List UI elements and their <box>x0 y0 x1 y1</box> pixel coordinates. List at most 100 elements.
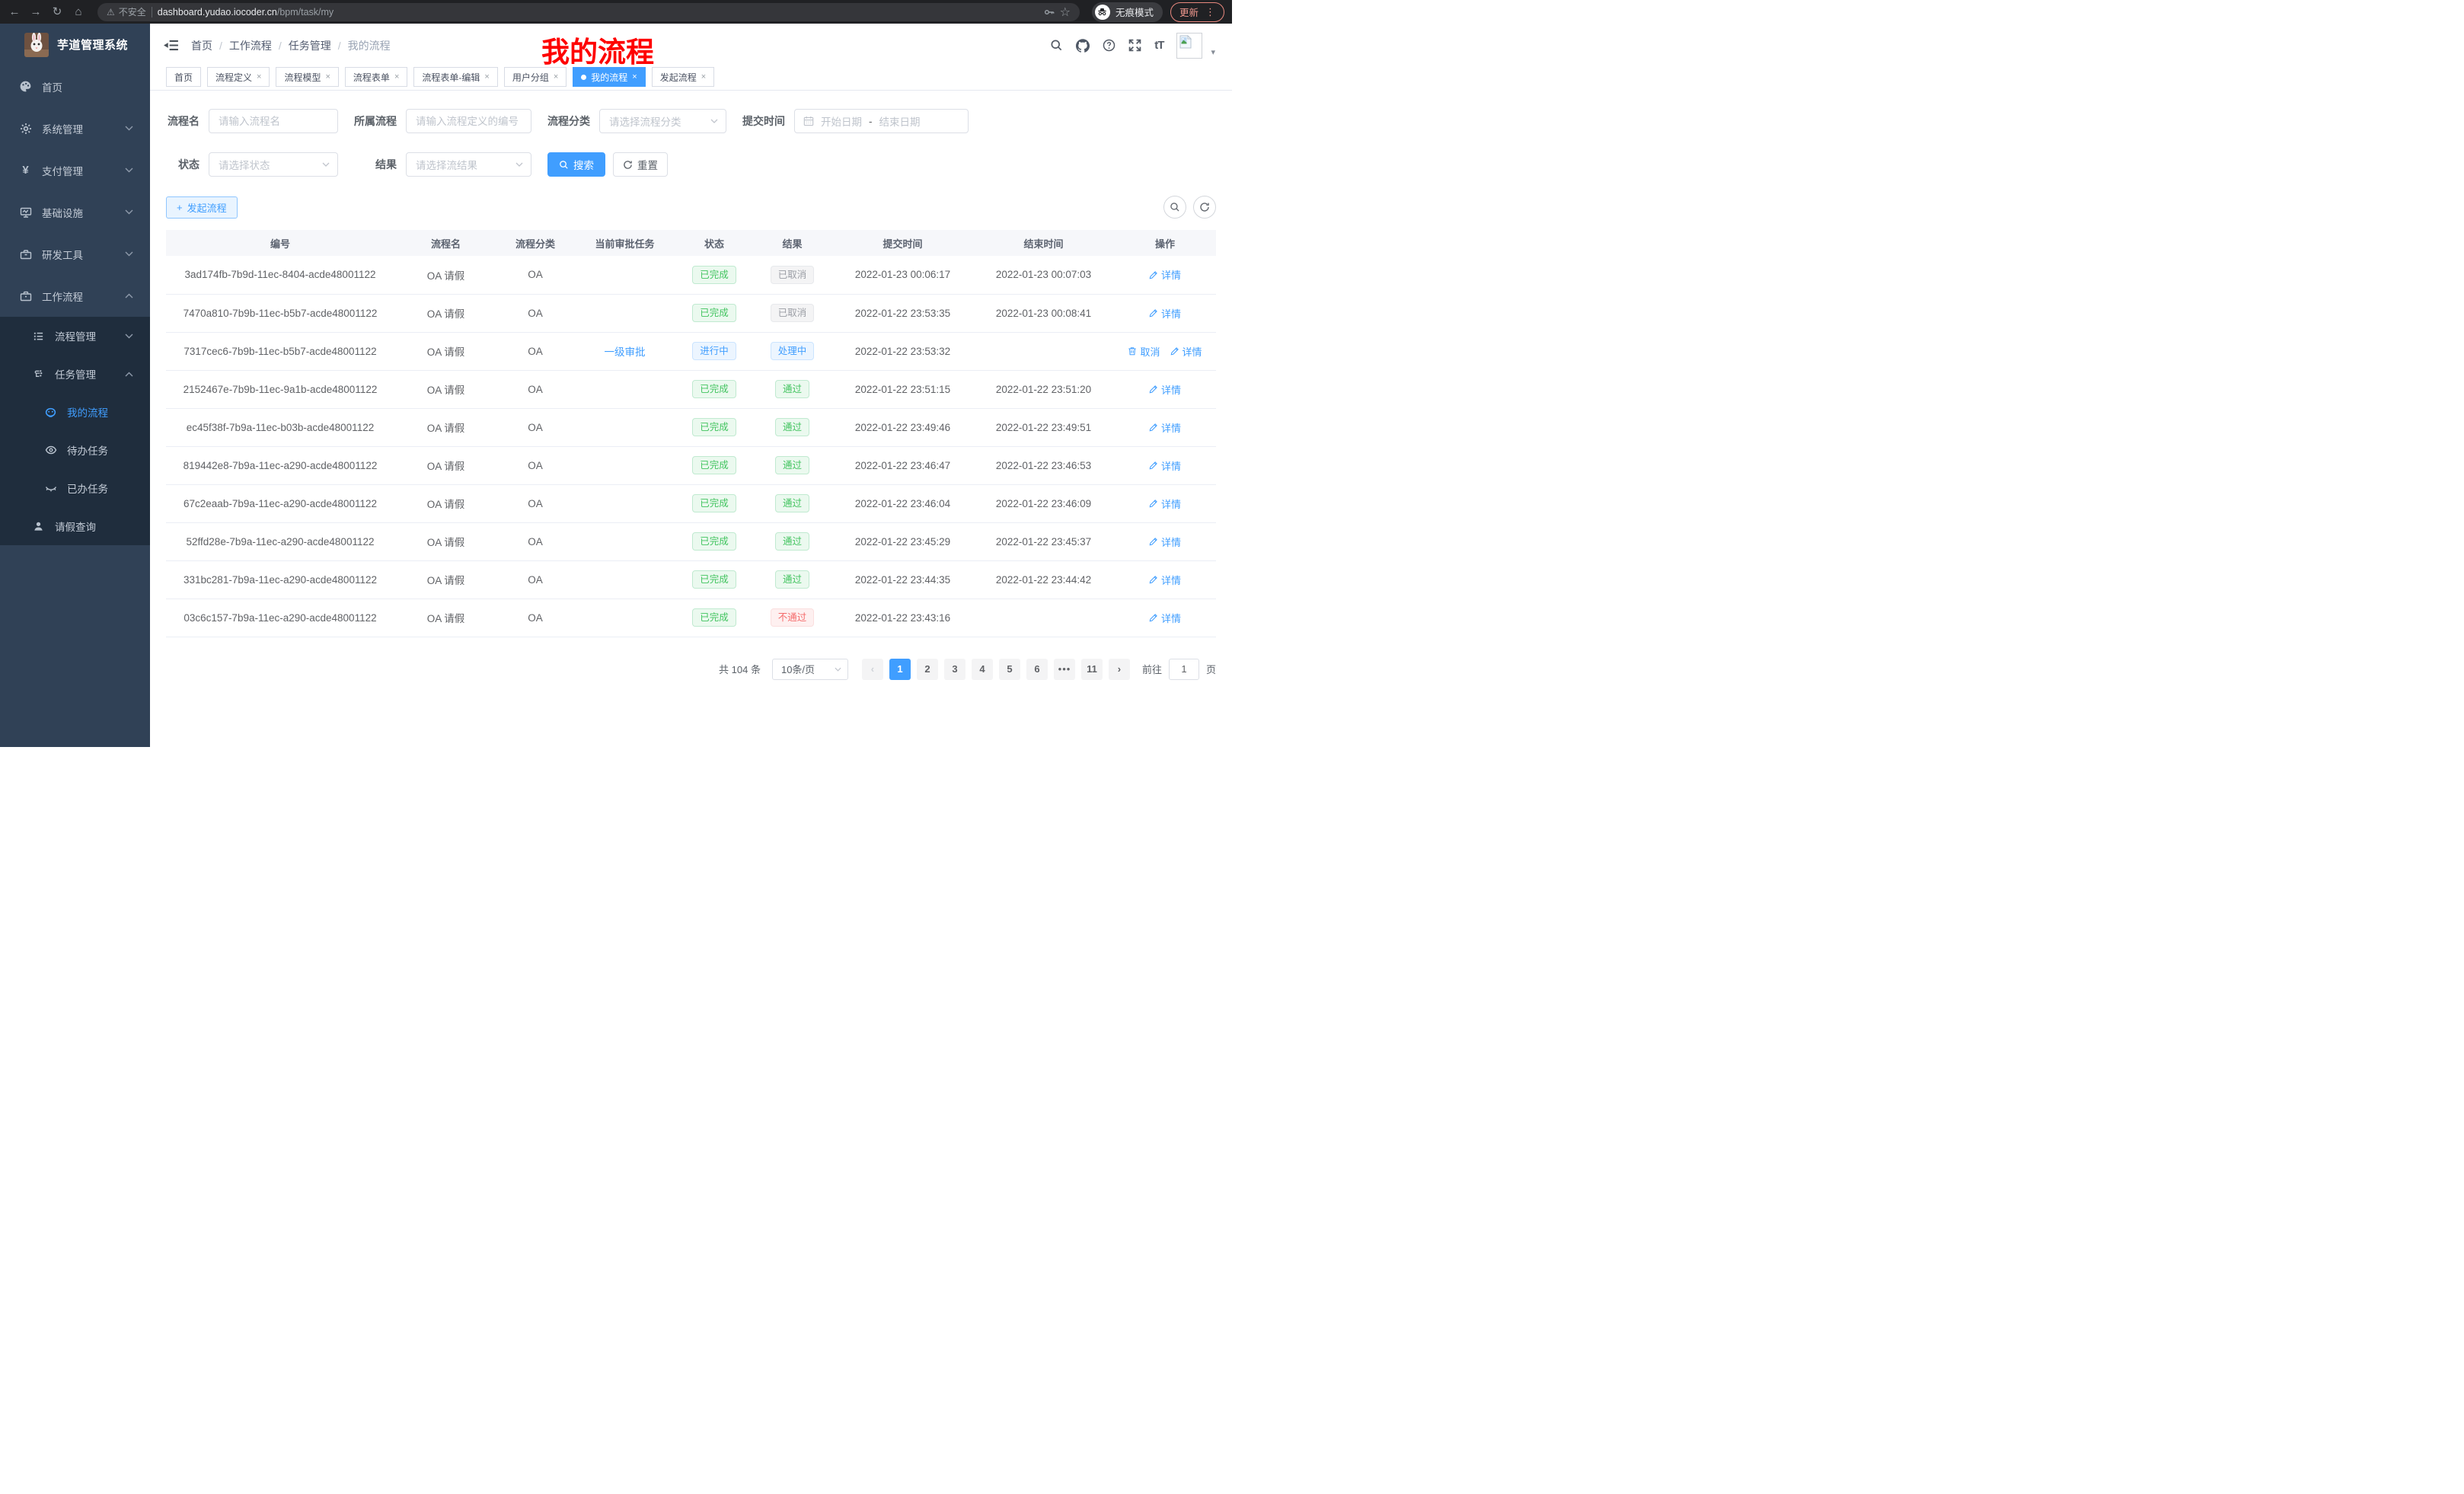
address-bar[interactable]: ⚠ 不安全 dashboard.yudao.iocoder.cn/bpm/tas… <box>97 3 1080 21</box>
detail-link[interactable]: 详情 <box>1149 535 1181 549</box>
help-icon[interactable] <box>1103 39 1116 52</box>
show-search-toggle-button[interactable] <box>1163 196 1186 219</box>
browser-menu-icon[interactable]: ⋮ <box>1205 6 1215 18</box>
sidebar-item-leave-query[interactable]: 请假查询 <box>0 507 150 545</box>
end-date-placeholder: 结束日期 <box>879 113 921 129</box>
status-badge: 已完成 <box>692 494 736 513</box>
cancel-link[interactable]: 取消 <box>1128 344 1160 359</box>
more-pages-button[interactable]: ••• <box>1054 659 1075 680</box>
close-icon[interactable]: × <box>554 72 558 81</box>
detail-link[interactable]: 详情 <box>1149 611 1181 625</box>
result-badge: 通过 <box>775 456 809 475</box>
detail-link[interactable]: 详情 <box>1149 496 1181 511</box>
breadcrumb-task-management[interactable]: 任务管理 <box>289 38 331 53</box>
browser-reload-icon[interactable]: ↻ <box>50 6 64 18</box>
page-button[interactable]: 11 <box>1081 659 1103 680</box>
page-button[interactable]: 5 <box>999 659 1020 680</box>
filter-label-parent: 所属流程 <box>354 113 406 129</box>
page-button[interactable]: 6 <box>1026 659 1048 680</box>
sidebar-item-devtools[interactable]: 研发工具 <box>0 233 150 275</box>
prev-page-button[interactable]: ‹ <box>862 659 883 680</box>
close-icon[interactable]: × <box>632 72 637 81</box>
chrome-update-button[interactable]: 更新 ⋮ <box>1170 2 1224 22</box>
tab-start-process[interactable]: 发起流程× <box>652 67 714 87</box>
close-icon[interactable]: × <box>701 72 706 81</box>
page-button[interactable]: 2 <box>917 659 938 680</box>
result-select[interactable]: 请选择流结果 <box>406 152 531 177</box>
browser-home-icon[interactable]: ⌂ <box>72 6 85 18</box>
avatar-caret-icon[interactable]: ▾ <box>1211 47 1215 57</box>
avatar[interactable] <box>1176 33 1202 59</box>
tab-process-form[interactable]: 流程表单× <box>345 67 407 87</box>
sidebar-item-task-management[interactable]: 任务管理 <box>0 355 150 393</box>
chevron-down-icon <box>125 251 133 257</box>
fullscreen-icon[interactable] <box>1128 39 1141 52</box>
breadcrumb-home[interactable]: 首页 <box>191 38 212 53</box>
reset-button[interactable]: 重置 <box>613 152 668 177</box>
font-size-icon[interactable]: tT <box>1154 39 1163 52</box>
submit-time-range-picker[interactable]: 开始日期 - 结束日期 <box>794 109 969 133</box>
sidebar-item-todo-tasks[interactable]: 待办任务 <box>0 431 150 469</box>
detail-link[interactable]: 详情 <box>1149 458 1181 473</box>
sidebar-item-infrastructure[interactable]: 基础设施 <box>0 191 150 233</box>
start-process-button[interactable]: + 发起流程 <box>166 196 238 219</box>
sidebar-item-done-tasks[interactable]: 已办任务 <box>0 469 150 507</box>
close-icon[interactable]: × <box>484 72 489 81</box>
process-name-input[interactable] <box>209 109 338 133</box>
breadcrumb-workflow[interactable]: 工作流程 <box>229 38 272 53</box>
logo-image <box>24 33 49 57</box>
detail-link[interactable]: 详情 <box>1149 382 1181 397</box>
github-icon[interactable] <box>1076 39 1090 53</box>
sidebar-item-home[interactable]: 首页 <box>0 65 150 107</box>
result-badge: 通过 <box>775 494 809 513</box>
status-badge: 已完成 <box>692 456 736 475</box>
result-badge: 处理中 <box>771 342 815 361</box>
refresh-button[interactable] <box>1193 196 1216 219</box>
sidebar-item-system[interactable]: 系统管理 <box>0 107 150 149</box>
search-button[interactable]: 搜索 <box>547 152 605 177</box>
table-row: 7470a810-7b9b-11ec-b5b7-acde48001122OA 请… <box>166 294 1216 332</box>
close-icon[interactable]: × <box>394 72 399 81</box>
app-header: 首页 / 工作流程 / 任务管理 / 我的流程 <box>150 24 1232 67</box>
detail-link[interactable]: 详情 <box>1149 306 1181 321</box>
tab-home[interactable]: 首页 <box>166 67 201 87</box>
security-warning[interactable]: ⚠ 不安全 <box>107 5 146 18</box>
detail-link[interactable]: 详情 <box>1149 573 1181 587</box>
browser-forward-icon[interactable]: → <box>29 6 43 18</box>
tab-process-model[interactable]: 流程模型× <box>276 67 338 87</box>
detail-link[interactable]: 详情 <box>1149 267 1181 282</box>
chevron-down-icon <box>125 334 133 339</box>
sidebar-item-workflow[interactable]: 工作流程 <box>0 275 150 317</box>
sidebar-item-my-process[interactable]: 我的流程 <box>0 393 150 431</box>
breadcrumb: 首页 / 工作流程 / 任务管理 / 我的流程 <box>191 38 391 53</box>
detail-link[interactable]: 详情 <box>1149 420 1181 435</box>
detail-link[interactable]: 详情 <box>1170 344 1202 359</box>
tab-process-definition[interactable]: 流程定义× <box>207 67 270 87</box>
bookmark-star-icon[interactable]: ☆ <box>1060 5 1071 20</box>
status-select[interactable]: 请选择状态 <box>209 152 338 177</box>
table-row: 2152467e-7b9b-11ec-9a1b-acde48001122OA 请… <box>166 370 1216 408</box>
password-key-icon[interactable] <box>1044 7 1055 18</box>
tab-process-form-edit[interactable]: 流程表单-编辑× <box>413 67 497 87</box>
next-page-button[interactable]: › <box>1109 659 1130 680</box>
table-row: 03c6c157-7b9a-11ec-a290-acde48001122OA 请… <box>166 599 1216 637</box>
task-link[interactable]: 一级审批 <box>605 346 646 358</box>
page-button[interactable]: 3 <box>944 659 965 680</box>
briefcase-icon <box>19 290 32 302</box>
browser-back-icon[interactable]: ← <box>8 6 21 18</box>
goto-page-input[interactable] <box>1169 659 1199 680</box>
close-icon[interactable]: × <box>257 72 261 81</box>
sidebar-item-label: 任务管理 <box>55 366 125 381</box>
incognito-label: 无痕模式 <box>1116 5 1154 19</box>
search-icon[interactable] <box>1050 39 1063 52</box>
page-button[interactable]: 4 <box>972 659 993 680</box>
category-select[interactable]: 请选择流程分类 <box>599 109 726 133</box>
sidebar-item-payment[interactable]: ¥ 支付管理 <box>0 149 150 191</box>
close-icon[interactable]: × <box>325 72 330 81</box>
sidebar-item-process-management[interactable]: 流程管理 <box>0 317 150 355</box>
page-button[interactable]: 1 <box>889 659 911 680</box>
page-size-select[interactable]: 10条/页 <box>772 659 848 680</box>
collapse-sidebar-icon[interactable] <box>164 39 178 52</box>
process-table: 编号流程名流程分类当前审批任务状态结果提交时间结束时间操作 3ad174fb-7… <box>166 230 1216 637</box>
parent-process-input[interactable] <box>406 109 531 133</box>
